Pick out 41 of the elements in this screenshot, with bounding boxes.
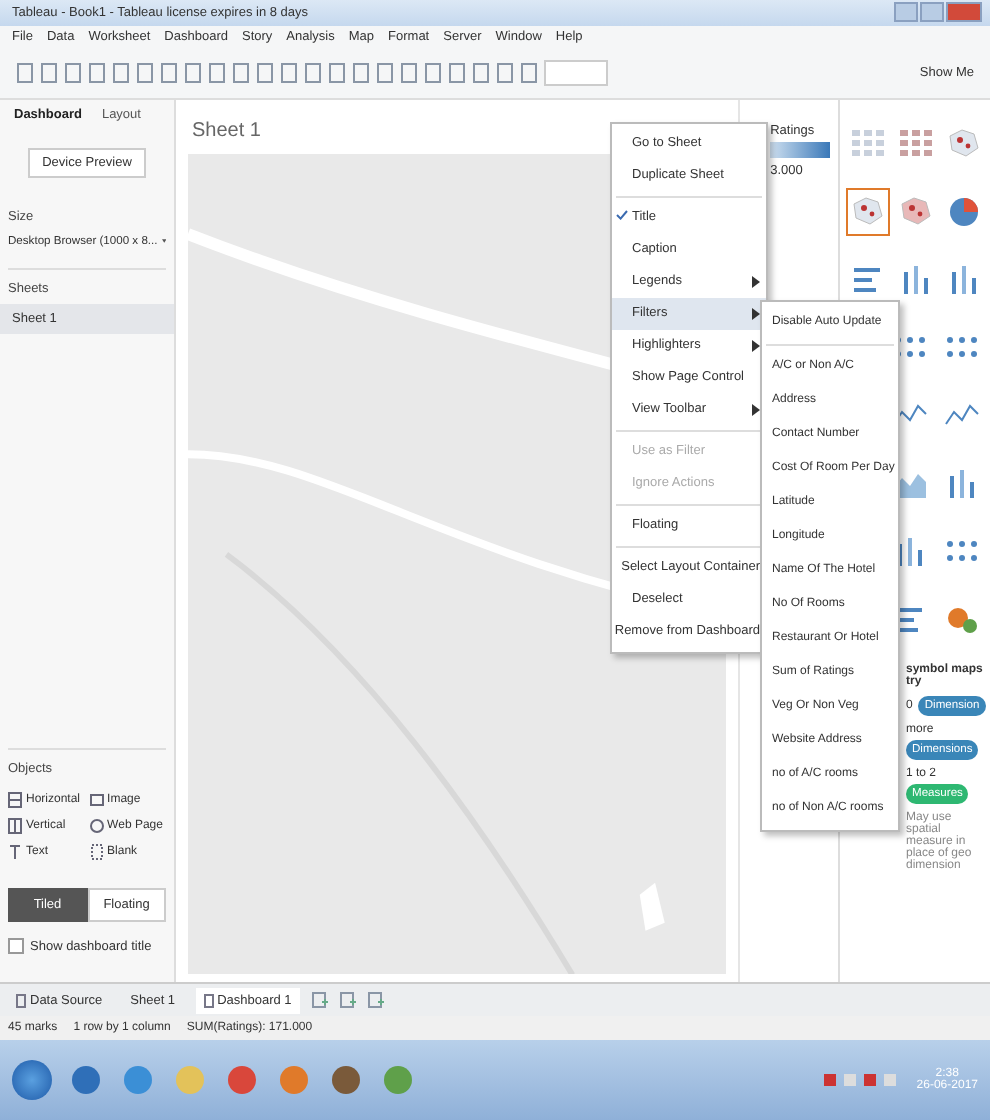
toolbar-icon[interactable]	[328, 62, 346, 85]
new-sheet-icon[interactable]	[367, 991, 384, 1010]
toolbar-icon[interactable]	[136, 62, 154, 85]
close-button[interactable]	[946, 2, 982, 23]
system-tray-icons	[820, 1070, 901, 1091]
object-icon	[8, 792, 22, 809]
toolbar-icon[interactable]	[352, 62, 370, 85]
toolbar-icon[interactable]	[256, 62, 274, 85]
sheet-title: Sheet 1	[190, 117, 263, 146]
toolbar-icon[interactable]	[232, 62, 250, 85]
toolbar-icon[interactable]	[376, 62, 394, 85]
toolbar-icon[interactable]	[64, 62, 82, 85]
toolbar-icon[interactable]	[496, 62, 514, 85]
toolbar-icon[interactable]	[88, 62, 106, 85]
object-icon	[8, 818, 22, 835]
object-icon	[8, 844, 22, 861]
color-gradient	[770, 141, 831, 158]
toolbar-icon[interactable]	[40, 62, 58, 85]
checkbox[interactable]	[8, 938, 24, 955]
toolbar-icon[interactable]	[280, 62, 298, 85]
minimize-button[interactable]	[894, 2, 918, 23]
toolbar-icon[interactable]	[208, 62, 226, 85]
toolbar-icon[interactable]	[160, 62, 178, 85]
start-button[interactable]	[12, 1060, 52, 1101]
new-sheet-icon[interactable]	[339, 991, 356, 1010]
tab-icon	[16, 993, 26, 1008]
size-field[interactable]	[544, 60, 608, 87]
maximize-button[interactable]	[920, 2, 944, 23]
new-sheet-icon[interactable]	[311, 991, 328, 1010]
tab-icon	[203, 993, 214, 1008]
caret-icon	[161, 238, 166, 245]
toolbar-icon[interactable]	[400, 62, 418, 85]
toolbar-icon[interactable]	[304, 62, 322, 85]
toolbar-icon[interactable]	[424, 62, 442, 85]
chart-type-thumbnail[interactable]	[846, 187, 890, 236]
toolbar-icon[interactable]	[472, 62, 490, 85]
toolbar-icon[interactable]	[16, 62, 34, 85]
toolbar-icon[interactable]	[448, 62, 466, 85]
toolbar-icon[interactable]	[520, 62, 538, 85]
toolbar-icon[interactable]	[184, 62, 202, 85]
toolbar-icon[interactable]	[112, 62, 130, 85]
